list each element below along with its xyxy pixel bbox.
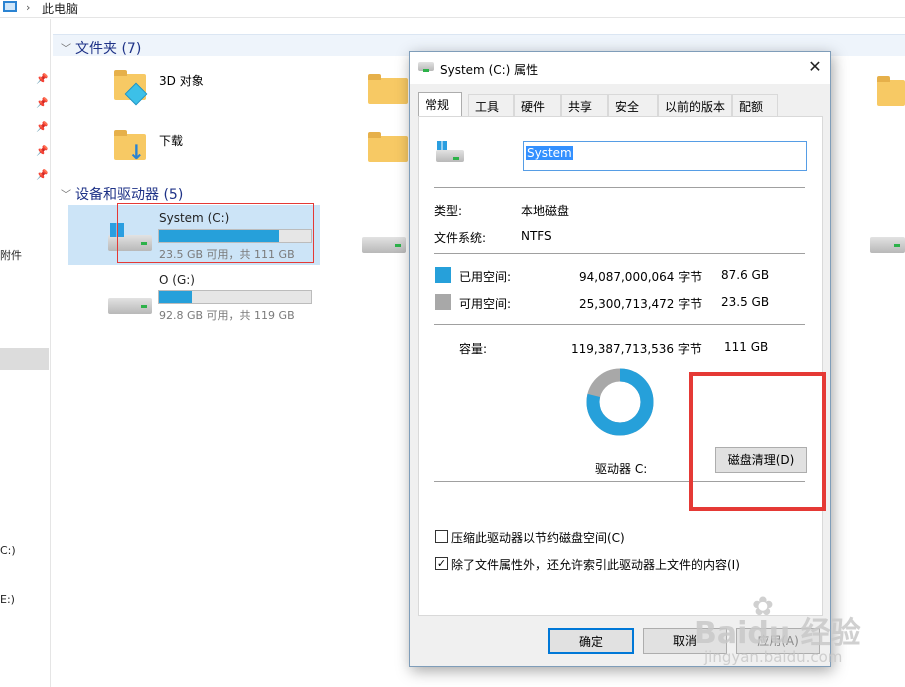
volume-name-text: System	[526, 146, 573, 160]
pin-icon: 📌	[36, 74, 49, 85]
free-space-bytes: 25,300,713,472 字节	[579, 297, 703, 311]
pin-icon: 📌	[36, 170, 49, 181]
volume-name-input[interactable]: System	[523, 141, 807, 171]
tab-general[interactable]: 常规	[418, 92, 462, 117]
type-value: 本地磁盘	[521, 204, 570, 218]
video-folder-icon[interactable]	[368, 74, 408, 104]
capacity-size: 111 GB	[724, 340, 769, 354]
tab-panel-general: System 类型: 本地磁盘 文件系统: NTFS 已用空间: 94,087,…	[418, 116, 823, 616]
title-bar: System (C:) 属性 ✕	[410, 52, 830, 84]
address-bar[interactable]: › 此电脑	[0, 0, 905, 18]
windows-logo-icon	[437, 141, 447, 150]
folder-label: 下载	[159, 134, 184, 148]
tab-hardware[interactable]: 硬件	[514, 94, 561, 116]
tab-quota[interactable]: 配额	[732, 94, 778, 116]
properties-dialog: System (C:) 属性 ✕ 常规 工具 硬件 共享 安全 以前的版本 配额…	[409, 51, 831, 667]
tab-sharing[interactable]: 共享	[561, 94, 608, 116]
documents-folder-icon[interactable]	[877, 76, 905, 106]
close-icon[interactable]: ✕	[804, 56, 826, 78]
folders-group-title: 文件夹 (7)	[75, 41, 142, 57]
drive-icon	[436, 150, 464, 162]
watermark-brand: Baidu 经验	[694, 616, 861, 651]
compress-drive-checkbox[interactable]	[435, 530, 448, 543]
filesystem-label: 文件系统:	[434, 231, 487, 245]
allow-indexing-checkbox[interactable]: ✓	[435, 557, 448, 570]
download-arrow-icon: ↓	[128, 140, 145, 164]
drive-name: O (G:)	[159, 273, 195, 287]
capacity-label: 容量:	[459, 342, 488, 356]
drive-usage-fill	[159, 291, 193, 303]
tab-security[interactable]: 安全	[608, 94, 658, 116]
separator	[434, 253, 805, 254]
computer-icon	[3, 1, 17, 12]
music-folder-icon[interactable]	[368, 132, 408, 162]
highlight-box	[689, 372, 826, 511]
allow-indexing-label[interactable]: 除了文件属性外，还允许索引此驱动器上文件的内容(I)	[451, 556, 740, 573]
compress-drive-label[interactable]: 压缩此驱动器以节约磁盘空间(C)	[451, 529, 625, 546]
folder-label: 3D 对象	[159, 74, 204, 88]
sidebar-item-selected[interactable]	[0, 348, 49, 370]
drive-g-item[interactable]: O (G:) 92.8 GB 可用，共 119 GB	[68, 268, 320, 326]
sidebar-item-e-drive[interactable]: E:)	[0, 593, 15, 606]
free-space-size: 23.5 GB	[721, 295, 770, 309]
drive-icon[interactable]	[870, 237, 905, 253]
pin-icon: 📌	[36, 122, 49, 133]
tab-tools[interactable]: 工具	[468, 94, 514, 116]
chevron-down-icon: ﹀	[61, 190, 71, 201]
drive-icon	[108, 298, 152, 314]
drive-info: 92.8 GB 可用，共 119 GB	[159, 309, 295, 322]
sidebar-item-attachments[interactable]: 附件	[0, 247, 22, 263]
used-space-size: 87.6 GB	[721, 268, 770, 282]
tab-previous-versions[interactable]: 以前的版本	[658, 94, 732, 116]
folder-downloads[interactable]: ↓ 下载	[110, 126, 230, 172]
ok-button[interactable]: 确定	[548, 628, 634, 654]
drive-usage-bar	[158, 290, 312, 304]
disk-usage-donut-chart	[586, 368, 654, 436]
sidebar-item-c-drive[interactable]: C:)	[0, 544, 16, 557]
breadcrumb[interactable]: 此电脑	[42, 0, 78, 17]
drives-group-title: 设备和驱动器 (5)	[75, 187, 184, 203]
filesystem-value: NTFS	[521, 229, 552, 243]
drive-title-icon	[418, 62, 434, 72]
drive-icon[interactable]	[362, 237, 406, 253]
highlight-box	[117, 203, 314, 263]
chevron-down-icon: ﹀	[61, 44, 71, 55]
used-space-bytes: 94,087,000,064 字节	[579, 270, 703, 284]
used-space-label: 已用空间:	[459, 270, 512, 284]
folder-3d-objects[interactable]: 3D 对象	[110, 66, 230, 112]
navigation-pane: 📌 📌 📌 📌 📌 附件 C:) E:)	[0, 19, 51, 687]
separator	[434, 324, 805, 325]
pin-icon: 📌	[36, 146, 49, 157]
pin-icon: 📌	[36, 98, 49, 109]
type-label: 类型:	[434, 204, 463, 218]
used-space-swatch	[435, 267, 451, 283]
free-space-label: 可用空间:	[459, 297, 512, 311]
drive-caption: 驱动器 C:	[595, 462, 648, 476]
watermark-url: jingyan.baidu.com	[704, 648, 843, 666]
free-space-swatch	[435, 294, 451, 310]
separator	[434, 187, 805, 188]
chevron-right-icon: ›	[26, 1, 31, 14]
capacity-bytes: 119,387,713,536 字节	[571, 342, 702, 356]
dialog-title: System (C:) 属性	[440, 63, 539, 77]
baidu-watermark: ✿ Baidu 经验 jingyan.baidu.com	[694, 592, 902, 684]
